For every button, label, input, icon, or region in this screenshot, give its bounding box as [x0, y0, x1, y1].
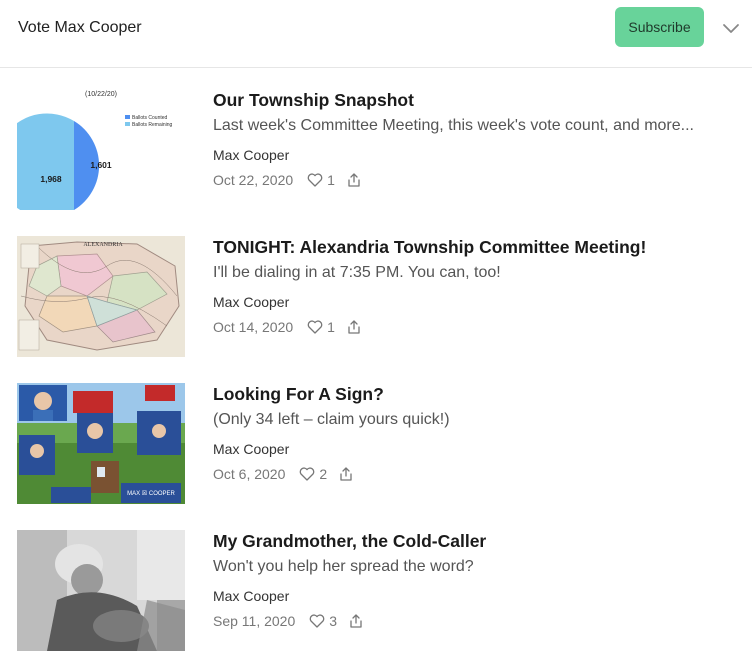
post-title[interactable]: TONIGHT: Alexandria Township Committee M…: [213, 236, 733, 258]
share-icon: [348, 320, 360, 334]
subscribe-button[interactable]: Subscribe: [615, 7, 704, 47]
sign-text: MAX ☒ COOPER: [127, 490, 175, 497]
share-icon: [350, 614, 362, 628]
post-author[interactable]: Max Cooper: [213, 587, 289, 605]
post-meta: Sep 11, 2020 3: [213, 611, 363, 631]
post-thumbnail-pie-chart[interactable]: (10/22/20) 1,601 1,968 Ballots Counted B…: [17, 89, 185, 210]
header: Vote Max Cooper Subscribe: [0, 0, 752, 68]
post-subtitle[interactable]: Won't you help her spread the word?: [213, 557, 733, 577]
pie-legend-counted: Ballots Counted: [132, 115, 168, 121]
heart-icon: [307, 320, 323, 334]
post-title[interactable]: Looking For A Sign?: [213, 383, 733, 405]
pie-caption: (10/22/20): [85, 91, 117, 98]
map-label: ALEXANDRIA: [83, 242, 123, 248]
share-button[interactable]: [347, 320, 361, 334]
post-subtitle[interactable]: (Only 34 left – claim yours quick!): [213, 410, 733, 430]
heart-icon: [300, 467, 315, 481]
post-date: Oct 22, 2020: [213, 172, 294, 188]
like-count: 1: [327, 319, 335, 335]
post-author[interactable]: Max Cooper: [213, 146, 289, 164]
like-count: 2: [319, 466, 328, 482]
heart-icon: [309, 614, 325, 628]
post-meta: Oct 6, 2020 2: [213, 464, 353, 484]
post-title[interactable]: Our Township Snapshot: [213, 89, 733, 111]
share-button[interactable]: [349, 614, 363, 628]
like-button[interactable]: 2: [299, 465, 327, 483]
share-icon: [348, 173, 360, 187]
post-subtitle[interactable]: I'll be dialing in at 7:35 PM. You can, …: [213, 263, 733, 283]
chevron-down-icon[interactable]: [722, 19, 740, 37]
post-title[interactable]: My Grandmother, the Cold-Caller: [213, 530, 733, 552]
share-button[interactable]: [339, 467, 353, 481]
share-button[interactable]: [347, 173, 361, 187]
post-thumbnail-photo[interactable]: [17, 530, 185, 651]
post-item[interactable]: MAX ☒ MAX ☒ COOPER Looking For A Sign? (…: [17, 383, 737, 504]
post-thumbnail-signs[interactable]: MAX ☒ MAX ☒ COOPER: [17, 383, 185, 504]
post-date: Sep 11, 2020: [213, 613, 296, 629]
like-count: 3: [329, 613, 338, 629]
like-button[interactable]: 3: [309, 612, 337, 630]
pie-value-remaining: 1,968: [40, 174, 62, 184]
post-date: Oct 14, 2020: [213, 319, 294, 335]
like-count: 1: [327, 172, 335, 188]
post-meta: Oct 14, 2020 1: [213, 317, 361, 337]
post-item[interactable]: My Grandmother, the Cold-Caller Won't yo…: [17, 530, 737, 651]
pie-slice-remaining: [17, 113, 74, 210]
post-subtitle[interactable]: Last week's Committee Meeting, this week…: [213, 116, 733, 136]
heart-icon: [307, 173, 323, 187]
post-author[interactable]: Max Cooper: [213, 293, 289, 311]
post-thumbnail-map[interactable]: ALEXANDRIA: [17, 236, 185, 357]
post-author[interactable]: Max Cooper: [213, 440, 289, 458]
post-meta: Oct 22, 2020 1: [213, 170, 361, 190]
like-button[interactable]: 1: [307, 171, 335, 189]
pie-value-counted: 1,601: [90, 160, 112, 170]
like-button[interactable]: 1: [307, 318, 335, 336]
post-date: Oct 6, 2020: [213, 466, 286, 482]
pie-legend-remaining: Ballots Remaining: [132, 122, 173, 128]
publication-title[interactable]: Vote Max Cooper: [18, 18, 142, 38]
post-item[interactable]: (10/22/20) 1,601 1,968 Ballots Counted B…: [17, 89, 737, 210]
post-item[interactable]: ALEXANDRIA TONIGHT: Alexandria Township …: [17, 236, 737, 357]
share-icon: [340, 467, 352, 481]
